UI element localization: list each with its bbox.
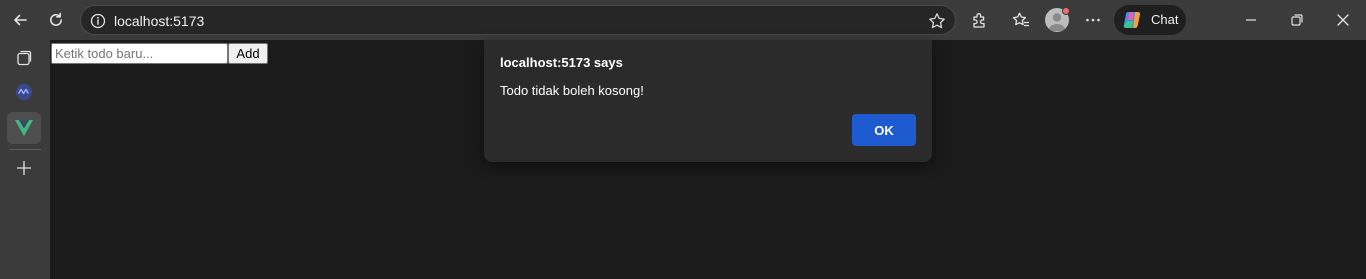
add-sidebar-item-button[interactable] (7, 152, 41, 184)
sidebar-app-icon (16, 84, 32, 100)
url-text[interactable]: localhost:5173 (114, 12, 204, 30)
alert-dialog: localhost:5173 says Todo tidak boleh kos… (484, 40, 932, 162)
extensions-button[interactable] (964, 4, 996, 36)
more-options-icon (1086, 18, 1100, 22)
dialog-title: localhost:5173 says (500, 55, 623, 70)
extensions-icon (973, 13, 985, 28)
close-icon (1337, 14, 1349, 26)
favorites-icon (1012, 12, 1029, 27)
tab-actions-icon (17, 50, 32, 66)
sidebar-divider (9, 149, 41, 150)
favorite-star-icon[interactable] (927, 11, 947, 31)
minimize-button[interactable] (1235, 4, 1267, 36)
browser-sidebar (0, 40, 50, 279)
copilot-chat-label: Chat (1151, 12, 1179, 27)
address-bar[interactable]: localhost:5173 (80, 5, 956, 35)
minimize-icon (1246, 19, 1256, 21)
copilot-icon (1123, 12, 1141, 28)
restore-icon (1291, 14, 1303, 26)
back-arrow-icon (14, 14, 27, 26)
vue-app-button[interactable] (7, 112, 41, 144)
copilot-chat-button[interactable]: Chat (1114, 5, 1186, 35)
close-window-button[interactable] (1327, 4, 1359, 36)
more-options-button[interactable] (1077, 4, 1109, 36)
browser-toolbar: localhost:5173 Chat (0, 0, 1366, 40)
browser-window: localhost:5173 Chat Ketik todo baru... A… (0, 0, 1366, 279)
vue-logo-icon (15, 120, 33, 136)
sidebar-app-button[interactable] (7, 76, 41, 108)
profile-notification-dot (1062, 7, 1070, 15)
add-sidebar-item-icon (16, 160, 32, 176)
back-button[interactable] (4, 4, 36, 36)
restore-button[interactable] (1281, 4, 1313, 36)
refresh-icon (50, 12, 62, 26)
info-icon[interactable] (89, 12, 107, 30)
add-button[interactable]: Add (228, 43, 268, 64)
todo-input[interactable] (51, 43, 228, 64)
ok-button[interactable]: OK (852, 114, 916, 146)
dialog-message: Todo tidak boleh kosong! (500, 83, 644, 98)
tab-actions-button[interactable] (7, 42, 41, 74)
favorites-button[interactable] (1005, 4, 1037, 36)
refresh-button[interactable] (40, 4, 72, 36)
